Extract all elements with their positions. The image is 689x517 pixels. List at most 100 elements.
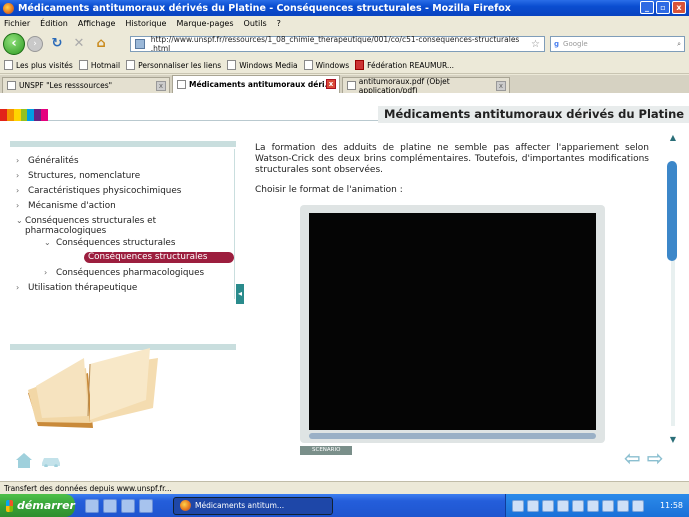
sidebar-item-caracteristiques[interactable]: › Caractéristiques physicochimiques — [16, 186, 181, 196]
firefox-icon — [180, 500, 191, 511]
start-button[interactable]: démarrer — [0, 494, 75, 517]
menu-top-rule — [10, 141, 236, 147]
menu-affichage[interactable]: Affichage — [78, 19, 116, 28]
sidebar-item-utilisation[interactable]: › Utilisation thérapeutique — [16, 283, 137, 293]
quick-launch — [85, 498, 153, 513]
back-button[interactable]: ‹ — [3, 33, 25, 55]
tray-icon[interactable] — [632, 499, 644, 512]
tab-close-icon[interactable]: x — [326, 79, 336, 89]
url-bar[interactable]: http://www.unspf.fr/ressources/1_08_chim… — [130, 35, 545, 53]
page-content: Médicaments antitumoraux dérivés du Plat… — [0, 93, 689, 481]
search-icon[interactable]: ⌕ — [677, 40, 681, 49]
maximize-button[interactable]: ▫ — [656, 1, 670, 14]
menu-help[interactable]: ? — [277, 19, 281, 28]
content-paragraph: La formation des adduits de platine ne s… — [255, 143, 649, 175]
forward-button[interactable]: › — [27, 36, 43, 52]
reload-icon[interactable]: ↻ — [49, 36, 65, 52]
scenario-button[interactable]: SCENARIO — [300, 446, 352, 455]
status-bar: Transfert des données depuis www.unspf.f… — [0, 481, 689, 494]
page-scrollbar[interactable]: ▲ ▼ — [667, 133, 679, 453]
bookmark-windows[interactable]: Windows — [303, 60, 349, 70]
tab-antitumoraux-pdf[interactable]: antitumoraux.pdf (Objet application/pdf)… — [342, 77, 510, 95]
home-icon[interactable] — [14, 451, 34, 469]
tab-close-icon[interactable]: x — [496, 81, 506, 91]
car-icon[interactable] — [40, 453, 62, 467]
quick-launch-icon[interactable] — [85, 498, 99, 513]
sidebar-item-consequences-pharmacologiques[interactable]: › Conséquences pharmacologiques — [44, 268, 204, 278]
bookmark-federation[interactable]: Fédération REAUMUR... — [355, 60, 454, 70]
window-controls: _ ▫ x — [640, 1, 686, 14]
bookmark-icon — [303, 60, 313, 70]
menu-edition[interactable]: Édition — [40, 19, 68, 28]
page-icon — [7, 81, 16, 90]
scroll-up-icon[interactable]: ▲ — [667, 133, 679, 145]
bookmark-icon — [355, 60, 365, 70]
color-stripe — [41, 109, 49, 121]
previous-page-arrow-icon[interactable]: ⇦ — [624, 448, 641, 468]
quick-launch-icon[interactable] — [103, 498, 117, 513]
scroll-thumb[interactable] — [667, 161, 677, 261]
sidebar-divider — [234, 149, 235, 299]
tray-icon[interactable] — [542, 499, 554, 512]
quick-launch-icon[interactable] — [139, 498, 153, 513]
open-book-illustration — [28, 348, 158, 428]
taskbar-firefox-window[interactable]: Médicaments antitum... — [173, 496, 333, 515]
tray-icon[interactable] — [527, 499, 539, 512]
bookmark-hotmail[interactable]: Hotmail — [78, 60, 120, 70]
firefox-icon — [3, 2, 14, 14]
window-title: Médicaments antitumoraux dérivés du Plat… — [18, 2, 511, 14]
quick-launch-icon[interactable] — [121, 498, 135, 513]
menu-outils[interactable]: Outils — [244, 19, 267, 28]
bookmark-star-icon[interactable]: ☆ — [531, 39, 540, 50]
bookmark-icon — [4, 60, 13, 70]
home-icon[interactable]: ⌂ — [93, 36, 109, 52]
player-progress-bar[interactable] — [309, 433, 596, 439]
sidebar-item-consequences-structurales[interactable]: ⌄ Conséquences structurales — [44, 238, 175, 248]
google-icon[interactable]: g — [554, 40, 559, 48]
close-button[interactable]: x — [672, 1, 686, 14]
menu-historique[interactable]: Historique — [125, 19, 166, 28]
bookmarks-toolbar: Les plus visités Hotmail Personnaliser l… — [0, 57, 689, 74]
next-page-arrow-icon[interactable]: ⇨ — [647, 448, 664, 468]
minimize-button[interactable]: _ — [640, 1, 654, 14]
tray-icon[interactable] — [572, 499, 584, 512]
tray-icon[interactable] — [557, 499, 569, 512]
sidebar-item-consequences[interactable]: ⌄ Conséquences structurales et pharmacolo… — [16, 216, 186, 236]
menu-marque-pages[interactable]: Marque-pages — [176, 19, 233, 28]
sidebar-menu: › Généralités › Structures, nomenclature ›… — [10, 141, 236, 350]
bookmark-icon — [78, 60, 88, 70]
menu-bar: Fichier Édition Affichage Historique Mar… — [0, 16, 689, 31]
tab-bar: UNSPF "Les resssources" x Médicaments an… — [0, 75, 689, 95]
scroll-down-icon[interactable]: ▼ — [667, 435, 679, 447]
tab-close-icon[interactable]: x — [156, 81, 166, 91]
tray-icon[interactable] — [617, 499, 629, 512]
sidebar-item-generalites[interactable]: › Généralités — [16, 156, 79, 166]
color-stripes — [0, 109, 49, 121]
tab-medicaments[interactable]: Médicaments antitumoraux déri... x — [172, 75, 340, 93]
tray-icon[interactable] — [512, 499, 524, 512]
page-icon — [347, 81, 356, 90]
menu-fichier[interactable]: Fichier — [4, 19, 30, 28]
collapse-sidebar-button[interactable]: ◂ — [236, 284, 244, 304]
sidebar-item-consequences-structurales-current[interactable]: Conséquences structurales — [84, 252, 234, 263]
color-stripe — [6, 109, 14, 121]
bookmark-windows-media[interactable]: Windows Media — [227, 60, 298, 70]
animation-screen[interactable] — [309, 213, 596, 430]
window-titlebar: Médicaments antitumoraux dérivés du Plat… — [0, 0, 689, 16]
search-placeholder: Google — [563, 40, 588, 48]
tray-icon[interactable] — [602, 499, 614, 512]
color-stripe — [13, 109, 21, 121]
color-stripe — [34, 109, 42, 121]
search-bar[interactable]: g Google ⌕ — [550, 36, 685, 52]
tab-unspf-ressources[interactable]: UNSPF "Les resssources" x — [2, 77, 170, 93]
tray-icon[interactable] — [587, 499, 599, 512]
bookmark-customize-links[interactable]: Personnaliser les liens — [126, 60, 221, 70]
clock: 11:58 — [659, 501, 683, 510]
sidebar-item-structures[interactable]: › Structures, nomenclature — [16, 171, 140, 181]
windows-taskbar: démarrer Médicaments antitum... 11:58 — [0, 494, 689, 517]
bookmark-icon — [126, 60, 136, 70]
stop-icon[interactable]: ✕ — [71, 36, 87, 52]
bookmark-most-visited[interactable]: Les plus visités — [4, 60, 73, 70]
animation-player[interactable] — [300, 205, 605, 443]
sidebar-item-mecanisme[interactable]: › Mécanisme d'action — [16, 201, 116, 211]
